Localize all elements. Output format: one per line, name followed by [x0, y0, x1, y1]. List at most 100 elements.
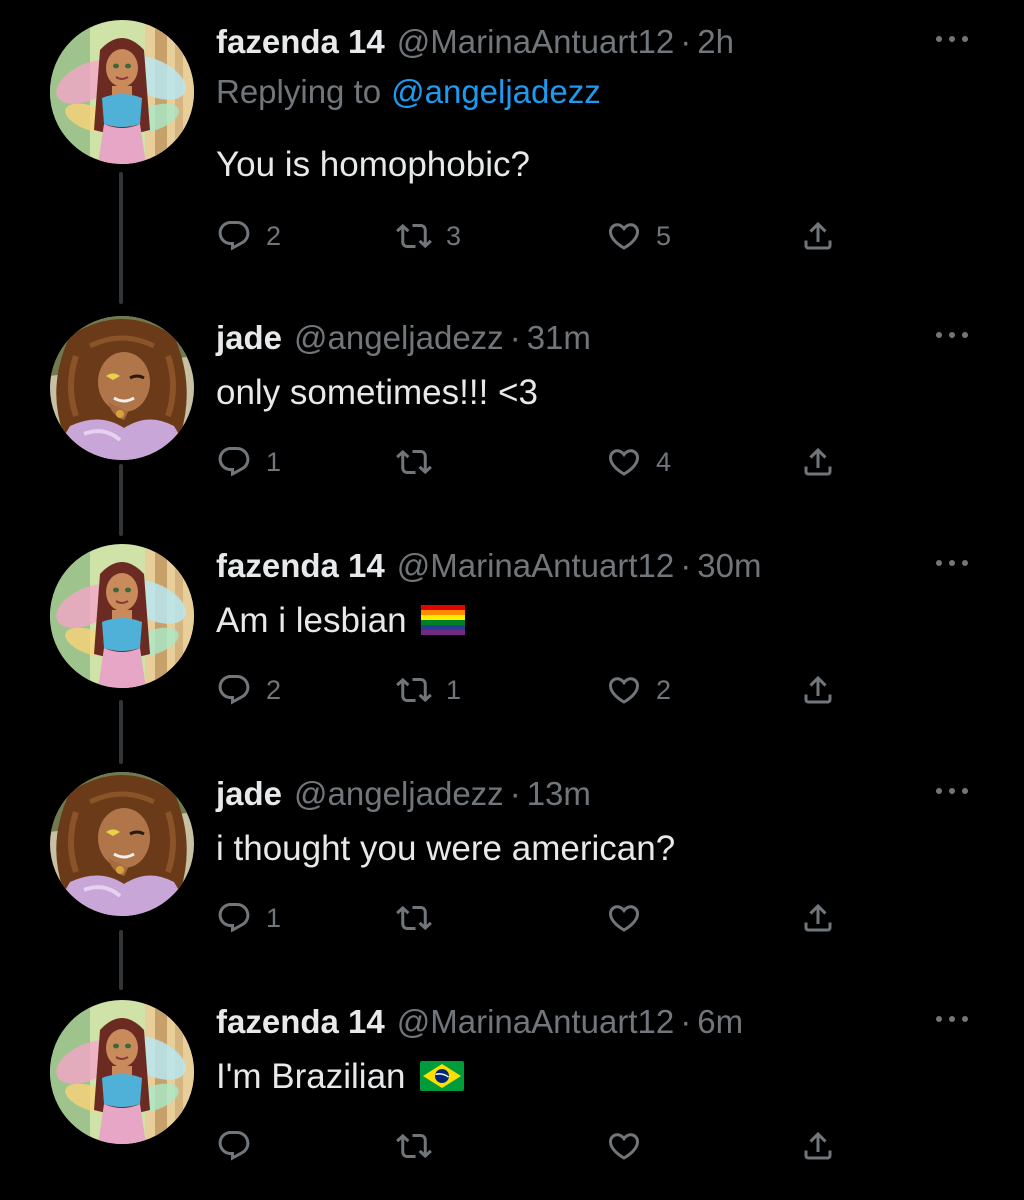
heart-icon [606, 1128, 642, 1164]
tweet-actions: 1 4 [216, 438, 856, 486]
share-icon [800, 1128, 836, 1164]
heart-icon [606, 218, 642, 254]
retweet-button[interactable]: 1 [396, 666, 516, 714]
share-icon [800, 218, 836, 254]
user-handle[interactable]: @MarinaAntuart12 [397, 1003, 674, 1040]
fairy-avatar-image [50, 1000, 194, 1144]
retweet-button[interactable] [396, 1122, 516, 1170]
reply-button[interactable]: 1 [216, 438, 316, 486]
retweet-button[interactable]: 3 [396, 212, 516, 260]
tweet-actions: 2 1 2 [216, 666, 856, 714]
tweet-header: fazenda 14 @MarinaAntuart12 · 6m [216, 998, 743, 1046]
doll-avatar-image [50, 316, 194, 460]
retweet-button[interactable] [396, 438, 516, 486]
tweet-text: I'm Brazilian [216, 1057, 406, 1096]
like-button[interactable] [606, 894, 706, 942]
retweet-icon [396, 672, 432, 708]
tweet-header: jade @angeljadezz · 31m [216, 314, 591, 362]
tweet-actions [216, 1122, 856, 1170]
timestamp[interactable]: 30m [697, 547, 761, 584]
user-avatar[interactable] [50, 20, 194, 164]
mention-link[interactable]: @angeljadezz [391, 73, 601, 110]
more-icon[interactable] [932, 1004, 972, 1034]
heart-icon [606, 672, 642, 708]
more-icon[interactable] [932, 24, 972, 54]
user-handle[interactable]: @angeljadezz [294, 775, 504, 812]
tweet-header: fazenda 14 @MarinaAntuart12 · 2h [216, 18, 734, 66]
like-button[interactable] [606, 1122, 706, 1170]
tweet[interactable]: fazenda 14 @MarinaAntuart12 · 2h Replying t… [0, 18, 1024, 278]
heart-icon [606, 900, 642, 936]
like-count: 5 [656, 221, 672, 251]
reply-icon [216, 444, 252, 480]
display-name[interactable]: fazenda 14 [216, 1003, 385, 1040]
like-count: 4 [656, 447, 672, 477]
tweet[interactable]: fazenda 14 @MarinaAntuart12 · 30m Am i lesb… [0, 542, 1024, 722]
user-avatar[interactable] [50, 772, 194, 916]
tweet-text: Am i lesbian [216, 601, 407, 640]
retweet-button[interactable] [396, 894, 516, 942]
separator-dot: · [680, 1003, 692, 1040]
share-button[interactable] [800, 1122, 850, 1170]
fairy-avatar-image [50, 544, 194, 688]
replying-to-label: Replying to [216, 73, 382, 110]
reply-count: 1 [266, 447, 282, 477]
retweet-count: 1 [446, 675, 462, 705]
tweet-text-row: I'm Brazilian [216, 1052, 464, 1102]
tweet[interactable]: fazenda 14 @MarinaAntuart12 · 6m I'm Brazil… [0, 998, 1024, 1188]
reply-button[interactable]: 1 [216, 894, 316, 942]
share-button[interactable] [800, 212, 850, 260]
reply-icon [216, 1128, 252, 1164]
rainbow-flag-icon [421, 605, 465, 635]
more-icon[interactable] [932, 776, 972, 806]
user-avatar[interactable] [50, 1000, 194, 1144]
reply-thread: fazenda 14 @MarinaAntuart12 · 2h Replying t… [0, 0, 1024, 1200]
share-button[interactable] [800, 438, 850, 486]
reply-icon [216, 218, 252, 254]
reply-icon [216, 672, 252, 708]
share-button[interactable] [800, 666, 850, 714]
brazil-flag-icon [420, 1061, 464, 1091]
retweet-icon [396, 1128, 432, 1164]
timestamp[interactable]: 31m [527, 319, 591, 356]
user-handle[interactable]: @angeljadezz [294, 319, 504, 356]
share-button[interactable] [800, 894, 850, 942]
reply-button[interactable]: 2 [216, 666, 316, 714]
reply-icon [216, 900, 252, 936]
retweet-icon [396, 218, 432, 254]
display-name[interactable]: jade [216, 775, 282, 812]
reply-button[interactable]: 2 [216, 212, 316, 260]
reply-button[interactable] [216, 1122, 316, 1170]
retweet-icon [396, 444, 432, 480]
more-icon[interactable] [932, 320, 972, 350]
tweet-text: i thought you were american? [216, 829, 676, 868]
timestamp[interactable]: 13m [527, 775, 591, 812]
display-name[interactable]: jade [216, 319, 282, 356]
reply-count: 2 [266, 221, 282, 251]
user-handle[interactable]: @MarinaAntuart12 [397, 23, 674, 60]
tweet-actions: 1 [216, 894, 856, 942]
timestamp[interactable]: 2h [697, 23, 734, 60]
fairy-avatar-image [50, 20, 194, 164]
like-button[interactable]: 4 [606, 438, 706, 486]
tweet[interactable]: jade @angeljadezz · 31m only sometimes!!! <… [0, 314, 1024, 494]
reply-count: 2 [266, 675, 282, 705]
like-button[interactable]: 5 [606, 212, 706, 260]
user-avatar[interactable] [50, 316, 194, 460]
retweet-count: 3 [446, 221, 462, 251]
tweet-actions: 2 3 5 [216, 212, 856, 260]
tweet-header: fazenda 14 @MarinaAntuart12 · 30m [216, 542, 761, 590]
share-icon [800, 444, 836, 480]
replying-to: Replying to @angeljadezz [216, 68, 601, 116]
more-icon[interactable] [932, 548, 972, 578]
tweet[interactable]: jade @angeljadezz · 13m i thought you were … [0, 770, 1024, 950]
separator-dot: · [509, 775, 521, 812]
doll-avatar-image [50, 772, 194, 916]
user-handle[interactable]: @MarinaAntuart12 [397, 547, 674, 584]
like-button[interactable]: 2 [606, 666, 706, 714]
display-name[interactable]: fazenda 14 [216, 23, 385, 60]
tweet-text-row: Am i lesbian [216, 596, 465, 646]
timestamp[interactable]: 6m [697, 1003, 743, 1040]
user-avatar[interactable] [50, 544, 194, 688]
display-name[interactable]: fazenda 14 [216, 547, 385, 584]
